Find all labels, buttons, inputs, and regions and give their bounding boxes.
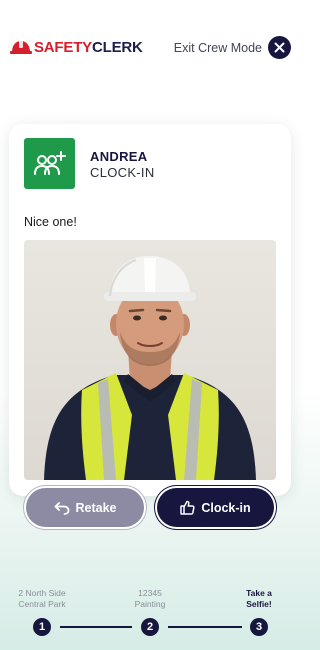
header: SAFETYCLERK Exit Crew Mode	[0, 0, 300, 95]
retake-button[interactable]: Retake	[26, 488, 144, 527]
brand-name-part1: SAFETY	[34, 38, 92, 56]
step-3-indicator: 3	[250, 618, 268, 636]
worker-name: ANDREA	[90, 149, 148, 164]
action-label: CLOCK-IN	[90, 165, 155, 180]
hard-hat-logo-icon	[10, 40, 32, 54]
step-connector	[60, 626, 132, 628]
retake-label: Retake	[75, 500, 117, 515]
step-connector	[168, 626, 242, 628]
close-icon[interactable]	[268, 36, 291, 59]
selfie-photo	[24, 240, 276, 480]
step-2-indicator: 2	[141, 618, 159, 636]
thumbs-up-icon	[180, 500, 195, 515]
clock-in-card: ANDREA CLOCK-IN Nice one!	[9, 124, 291, 496]
step-1-indicator: 1	[33, 618, 51, 636]
brand-name-part2: CLERK	[91, 38, 143, 56]
exit-crew-mode-label: Exit Crew Mode	[173, 40, 262, 55]
clock-in-button[interactable]: Clock-in	[157, 488, 274, 527]
clock-in-label: Clock-in	[201, 500, 251, 515]
exit-crew-mode-button[interactable]: Exit Crew Mode	[174, 36, 291, 59]
app-logo: SAFETYCLERK	[10, 36, 143, 58]
step-2-text: 12345 Painting	[134, 588, 166, 609]
step-3-text: Take a Selfie!	[246, 588, 272, 609]
group-add-icon	[24, 138, 75, 189]
progress-stepper: 2 North Side Central Park 12345 Painting…	[0, 580, 300, 650]
step-1-text: 2 North Side Central Park	[18, 588, 66, 609]
confirmation-message: Nice one!	[24, 215, 77, 229]
undo-arrow-icon	[54, 501, 69, 515]
